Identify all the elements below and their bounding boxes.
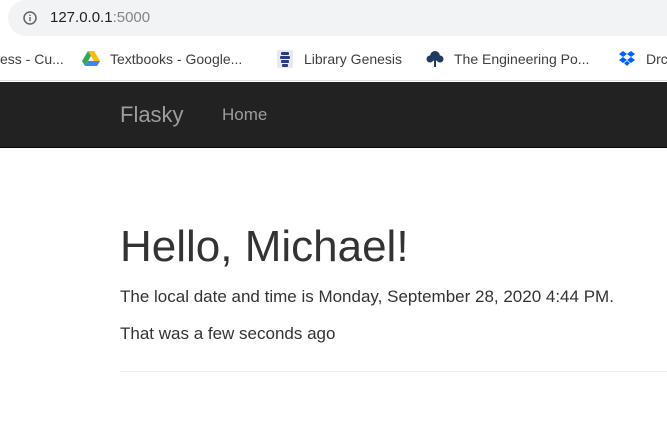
nav-home-link[interactable]: Home — [222, 105, 267, 125]
page-title: Hello, Michael! — [120, 222, 409, 271]
relative-time-text: That was a few seconds ago — [120, 324, 336, 343]
url-host: 127.0.0.1 — [50, 9, 113, 26]
bookmark-label: ess - Cu... — [0, 51, 64, 67]
tree-icon — [426, 51, 444, 67]
bookmark-label: Textbooks - Google... — [110, 51, 243, 67]
address-bar: 127.0.0.1:5000 — [0, 0, 667, 38]
bookmark-label: Library Genesis — [304, 51, 403, 67]
url-port: :5000 — [112, 9, 151, 26]
google-drive-icon — [82, 51, 100, 66]
navbar-brand[interactable]: Flasky — [120, 102, 184, 128]
bookmark-label: Drc — [646, 51, 667, 67]
navbar: Flasky Home — [0, 82, 667, 148]
library-genesis-icon — [277, 50, 293, 68]
url-text[interactable]: 127.0.0.1:5000 — [50, 9, 150, 27]
local-datetime-text: The local date and time is Monday, Septe… — [120, 287, 614, 306]
divider — [120, 371, 667, 372]
bookmark-label: The Engineering Po... — [454, 51, 590, 67]
info-icon[interactable] — [23, 11, 37, 25]
bookmarks-bar: ess - Cu... Textbooks - Google... Librar… — [0, 38, 667, 81]
dropbox-icon — [619, 51, 635, 66]
